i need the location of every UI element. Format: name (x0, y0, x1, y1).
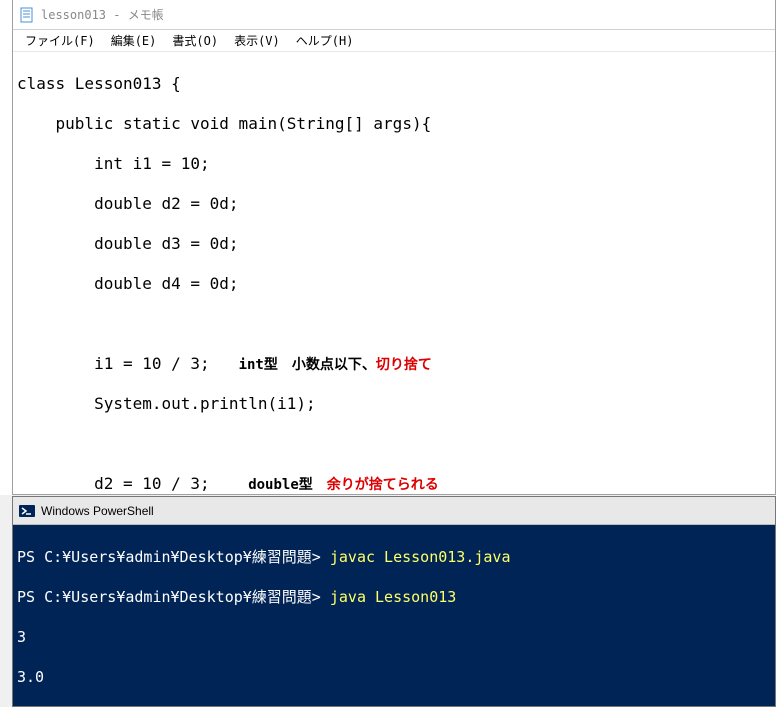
code-line: i1 = 10 / 3; int型 小数点以下、切り捨て (17, 354, 771, 374)
code-line: int i1 = 10; (17, 154, 771, 174)
terminal-output: 3 (17, 627, 771, 647)
code-line (17, 434, 771, 454)
code-line: double d3 = 0d; (17, 234, 771, 254)
menu-edit[interactable]: 編集(E) (103, 30, 165, 51)
notepad-icon (19, 7, 35, 23)
terminal-line: PS C:¥Users¥admin¥Desktop¥練習問題> javac Le… (17, 547, 771, 567)
code-line: class Lesson013 { (17, 74, 771, 94)
menu-help[interactable]: ヘルプ(H) (288, 30, 362, 51)
powershell-terminal[interactable]: PS C:¥Users¥admin¥Desktop¥練習問題> javac Le… (13, 525, 775, 706)
terminal-output: 3.0 (17, 667, 771, 687)
menu-view[interactable]: 表示(V) (226, 30, 288, 51)
code-line: d2 = 10 / 3; double型 余りが捨てられる (17, 474, 771, 494)
notepad-editor[interactable]: class Lesson013 { public static void mai… (13, 52, 775, 494)
notepad-window: lesson013 - メモ帳 ファイル(F) 編集(E) 書式(O) 表示(V… (12, 0, 776, 495)
code-line: public static void main(String[] args){ (17, 114, 771, 134)
code-line: System.out.println(i1); (17, 394, 771, 414)
powershell-titlebar[interactable]: Windows PowerShell (13, 497, 775, 525)
powershell-icon (19, 503, 35, 519)
powershell-window: Windows PowerShell PS C:¥Users¥admin¥Des… (12, 496, 776, 707)
terminal-line: PS C:¥Users¥admin¥Desktop¥練習問題> java Les… (17, 587, 771, 607)
notepad-titlebar[interactable]: lesson013 - メモ帳 (13, 0, 775, 30)
background-strip (0, 0, 12, 495)
code-line (17, 314, 771, 334)
powershell-title-text: Windows PowerShell (41, 504, 154, 518)
menu-format[interactable]: 書式(O) (164, 30, 226, 51)
notepad-menubar: ファイル(F) 編集(E) 書式(O) 表示(V) ヘルプ(H) (13, 30, 775, 52)
code-line: double d2 = 0d; (17, 194, 771, 214)
code-line: double d4 = 0d; (17, 274, 771, 294)
menu-file[interactable]: ファイル(F) (17, 30, 103, 51)
notepad-title-text: lesson013 - メモ帳 (41, 6, 164, 23)
